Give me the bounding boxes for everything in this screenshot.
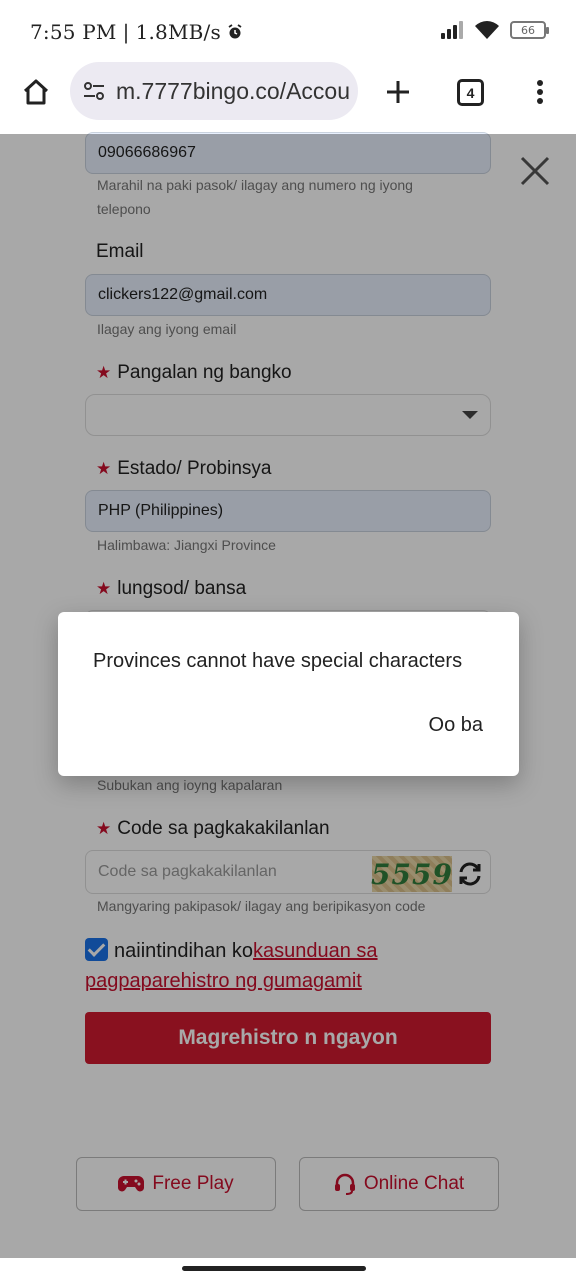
battery-level: 66 — [521, 23, 535, 37]
browser-menu-button[interactable] — [528, 74, 552, 110]
battery-icon: 66 — [510, 21, 549, 39]
alert-dialog: Provinces cannot have special characters… — [58, 612, 519, 776]
dialog-message: Provinces cannot have special characters — [93, 650, 463, 672]
site-settings-icon[interactable] — [82, 79, 106, 103]
alarm-icon — [228, 24, 242, 39]
dialog-ok-button[interactable]: Oo ba — [429, 714, 483, 737]
wifi-icon — [475, 21, 499, 39]
status-right: 66 — [440, 20, 549, 40]
address-bar[interactable]: m.7777bingo.co/Accou — [70, 62, 358, 120]
status-time: 7:55 PM — [30, 20, 117, 44]
tab-count: 4 — [466, 84, 475, 101]
new-tab-button[interactable] — [380, 74, 416, 110]
status-separator: | — [122, 20, 130, 44]
home-icon — [23, 79, 49, 105]
url-text[interactable]: m.7777bingo.co/Accou — [116, 78, 350, 105]
browser-toolbar: m.7777bingo.co/Accou 4 — [0, 62, 576, 134]
signal-icon — [441, 21, 463, 39]
tab-switcher-button[interactable]: 4 — [457, 79, 484, 106]
more-vert-icon — [537, 80, 543, 104]
plus-icon — [387, 81, 409, 103]
status-left: 7:55 PM | 1.8MB/s — [30, 20, 243, 44]
network-speed: 1.8MB/s — [135, 20, 221, 44]
system-nav-bar — [0, 1258, 576, 1280]
gesture-handle[interactable] — [182, 1266, 366, 1271]
status-bar: 7:55 PM | 1.8MB/s 66 — [0, 0, 576, 62]
home-button[interactable] — [18, 74, 54, 110]
